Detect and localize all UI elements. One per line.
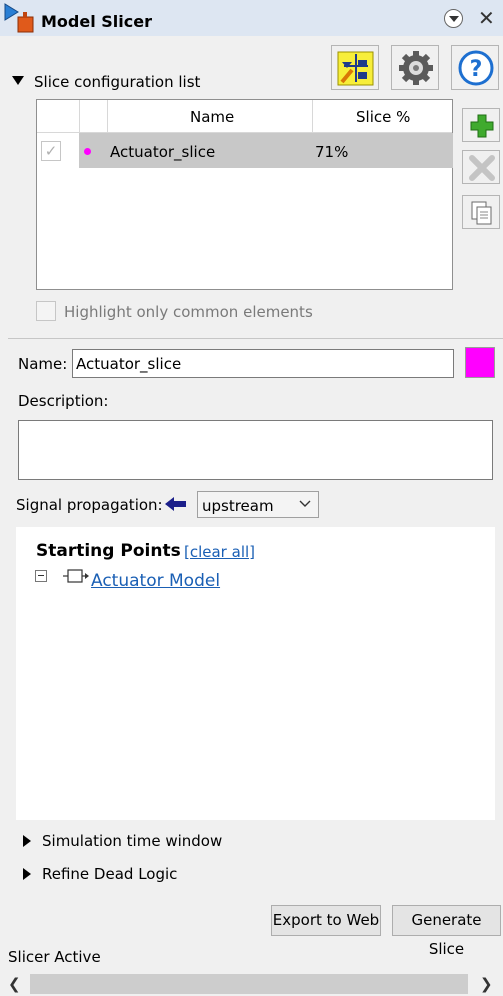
highlight-common-checkbox[interactable] — [36, 301, 56, 321]
upstream-arrow-icon — [165, 497, 186, 511]
svg-text:?: ? — [470, 57, 483, 82]
chevron-down-icon — [299, 500, 311, 507]
signal-propagation-label: Signal propagation: — [16, 496, 163, 514]
copy-icon — [471, 201, 492, 225]
window-title: Model Slicer — [41, 12, 152, 31]
subsystem-block-icon — [63, 569, 89, 583]
status-text: Slicer Active — [8, 948, 101, 966]
column-divider — [312, 100, 313, 133]
signal-propagation-value: upstream — [202, 497, 274, 515]
delete-icon — [469, 155, 495, 181]
description-field[interactable] — [18, 420, 493, 480]
signal-propagation-dropdown[interactable]: upstream — [197, 491, 319, 518]
gear-icon — [399, 51, 433, 85]
generate-slice-button[interactable]: Generate Slice — [392, 905, 501, 958]
scroll-right-icon[interactable]: ❯ — [480, 975, 493, 993]
highlight-common-label: Highlight only common elements — [64, 303, 313, 321]
help-icon: ? — [458, 50, 494, 86]
row-enable-checkbox[interactable]: ✓ — [41, 141, 61, 161]
starting-points-panel: Starting Points [clear all] Actuator Mod… — [16, 527, 495, 820]
settings-button[interactable] — [391, 45, 439, 90]
column-divider — [79, 100, 80, 133]
section-divider — [8, 338, 503, 339]
delete-configuration-button[interactable] — [462, 150, 500, 184]
column-header-name[interactable]: Name — [190, 108, 234, 126]
column-header-slice-pct[interactable]: Slice % — [356, 108, 410, 126]
horizontal-scrollbar[interactable]: ❮ ❯ — [0, 972, 503, 996]
column-divider — [107, 100, 108, 133]
collapse-tree-icon[interactable] — [35, 570, 47, 582]
scroll-left-icon[interactable]: ❮ — [8, 975, 21, 993]
close-icon[interactable]: ✕ — [478, 6, 495, 30]
scrollbar-thumb[interactable] — [30, 974, 468, 994]
minimize-panel-icon[interactable] — [444, 9, 463, 28]
row-color-dot — [84, 148, 91, 155]
name-field[interactable] — [72, 349, 454, 378]
help-button[interactable]: ? — [451, 45, 499, 90]
slice-config-label: Slice configuration list — [34, 73, 201, 91]
clear-all-link[interactable]: [clear all] — [184, 543, 255, 561]
name-label: Name: — [18, 355, 68, 373]
export-to-web-button[interactable]: Export to Web — [271, 905, 381, 936]
refine-dead-logic-label[interactable]: Refine Dead Logic — [42, 865, 177, 883]
title-bar: Model Slicer ✕ — [0, 0, 503, 36]
slice-config-table: Name Slice % ✓ Actuator_slice 71% — [36, 99, 453, 290]
slice-config-toggle[interactable] — [12, 76, 24, 85]
row-slice-pct: 71% — [315, 143, 349, 161]
model-slicer-app-icon — [4, 3, 34, 33]
copy-configuration-button[interactable] — [462, 195, 500, 229]
highlight-slice-icon — [337, 51, 374, 86]
add-icon — [470, 114, 494, 138]
expand-simulation-time-icon[interactable] — [23, 835, 31, 847]
add-configuration-button[interactable] — [462, 108, 500, 142]
starting-point-link[interactable]: Actuator Model — [91, 571, 220, 591]
expand-refine-dead-logic-icon[interactable] — [23, 868, 31, 880]
simulation-time-window-label[interactable]: Simulation time window — [42, 832, 222, 850]
table-header: Name Slice % — [37, 100, 452, 133]
starting-points-title: Starting Points — [36, 541, 181, 561]
highlight-color-swatch[interactable] — [465, 347, 495, 378]
description-label: Description: — [18, 392, 109, 410]
highlight-slice-button[interactable] — [331, 45, 379, 90]
row-name[interactable]: Actuator_slice — [110, 143, 215, 161]
